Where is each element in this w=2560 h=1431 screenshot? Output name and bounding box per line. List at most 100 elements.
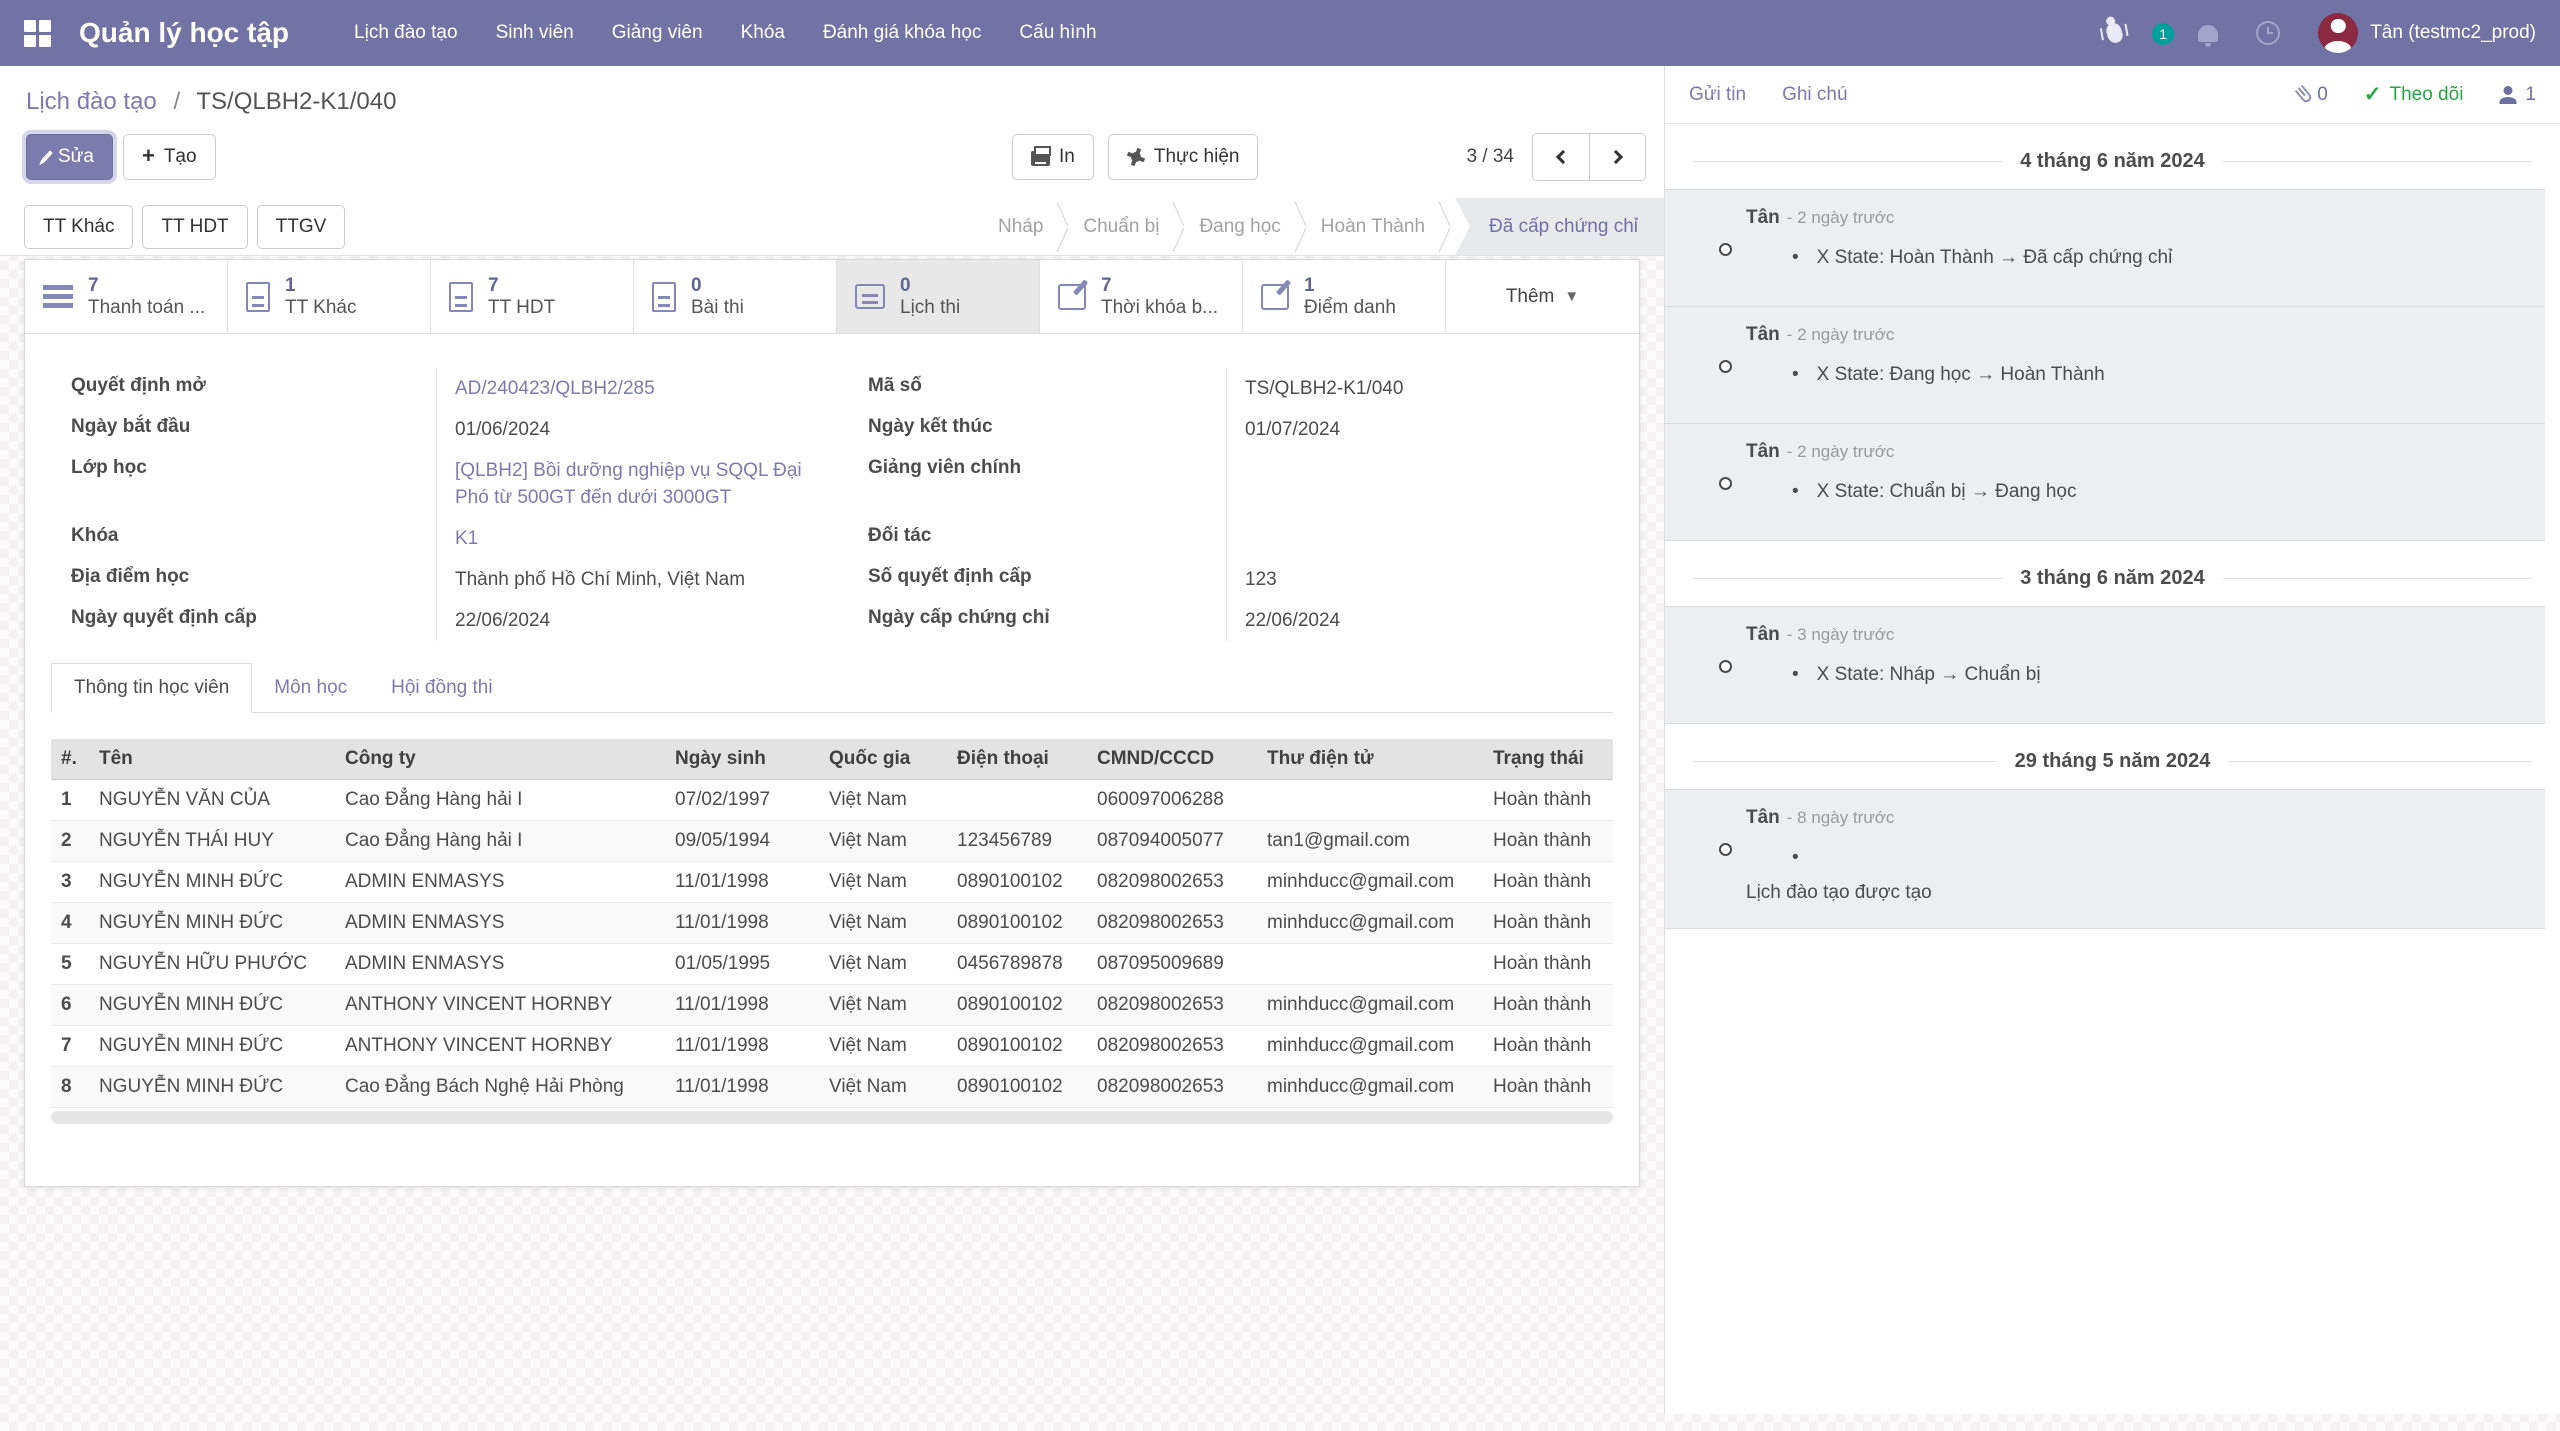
field-value: K1 bbox=[436, 518, 842, 559]
pager-previous-button[interactable] bbox=[1533, 134, 1589, 180]
stat-button[interactable]: 1 TT Khác bbox=[228, 260, 431, 333]
stat-count: 0 bbox=[691, 275, 744, 297]
col-header-country[interactable]: Quốc gia bbox=[819, 739, 947, 780]
message-avatar bbox=[1683, 324, 1730, 371]
stage-arrow-separator bbox=[1291, 198, 1311, 255]
field-value: 01/06/2024 bbox=[436, 409, 842, 450]
stage-item[interactable]: Hoàn Thành bbox=[1311, 198, 1435, 255]
chatter-panel: Gửi tin Ghi chú 0 ✓ Theo dõi 1 4 tháng 6… bbox=[1664, 66, 2560, 1414]
apps-menu-icon[interactable] bbox=[24, 20, 51, 47]
status-dot bbox=[1719, 843, 1732, 856]
nav-menu-item[interactable]: Đánh giá khóa học bbox=[804, 0, 1000, 66]
chatter-message: Tân- 2 ngày trước X State: Đang học → Ho… bbox=[1665, 307, 2545, 424]
statusbar-buttons: TT KhácTT HDTTTGV bbox=[24, 205, 354, 249]
statusbar-action-button[interactable]: TT HDT bbox=[142, 205, 247, 249]
table-row[interactable]: 4 NGUYỄN MINH ĐỨC ADMIN ENMASYS 11/01/19… bbox=[51, 903, 1613, 944]
statusbar-action-button[interactable]: TTGV bbox=[257, 205, 346, 249]
message-author[interactable]: Tân bbox=[1746, 624, 1780, 645]
more-dropdown-button[interactable]: Thêm ▼ bbox=[1446, 260, 1639, 333]
stat-button-icon bbox=[1261, 284, 1289, 310]
attachments-button[interactable]: 0 bbox=[2299, 84, 2328, 106]
form-fields-area: Quyết định mở AD/240423/QLBH2/285 Mã số … bbox=[25, 334, 1639, 647]
breadcrumb-current: TS/QLBH2-K1/040 bbox=[196, 88, 396, 115]
field-value-link[interactable]: AD/240423/QLBH2/285 bbox=[455, 378, 655, 399]
send-message-link[interactable]: Gửi tin bbox=[1689, 84, 1746, 106]
col-header-name[interactable]: Tên bbox=[89, 739, 335, 780]
chevron-left-icon bbox=[1556, 150, 1570, 164]
message-author[interactable]: Tân bbox=[1746, 441, 1780, 462]
statusbar-action-button[interactable]: TT Khác bbox=[24, 205, 133, 249]
print-button[interactable]: In bbox=[1012, 134, 1094, 180]
tab-student-info[interactable]: Thông tin học viên bbox=[51, 663, 252, 713]
message-author[interactable]: Tân bbox=[1746, 207, 1780, 228]
message-avatar bbox=[1683, 624, 1730, 671]
stat-button[interactable]: 1 Điểm danh bbox=[1243, 260, 1446, 333]
col-header-company[interactable]: Công ty bbox=[335, 739, 665, 780]
stat-count: 7 bbox=[1101, 275, 1218, 297]
col-header-status[interactable]: Trạng thái bbox=[1483, 739, 1613, 780]
table-row[interactable]: 3 NGUYỄN MINH ĐỨC ADMIN ENMASYS 11/01/19… bbox=[51, 862, 1613, 903]
user-avatar bbox=[2318, 13, 2358, 53]
col-header-idno[interactable]: CMND/CCCD bbox=[1087, 739, 1257, 780]
col-header-num[interactable]: #. bbox=[51, 739, 89, 780]
stage-arrow-separator bbox=[1169, 198, 1189, 255]
field-label: Ngày kết thúc bbox=[842, 409, 1226, 450]
stat-button[interactable]: 0 Lịch thi bbox=[837, 260, 1040, 333]
field-label: Ngày cấp chứng chỉ bbox=[842, 600, 1226, 641]
followers-button[interactable]: 1 bbox=[2499, 84, 2536, 106]
nav-menu-item[interactable]: Cấu hình bbox=[1000, 0, 1115, 66]
stage-item[interactable]: Đang học bbox=[1189, 198, 1290, 255]
nav-menu-item[interactable]: Sinh viên bbox=[477, 0, 593, 66]
table-row[interactable]: 8 NGUYỄN MINH ĐỨC Cao Đẳng Bách Nghệ Hải… bbox=[51, 1067, 1613, 1108]
stat-button[interactable]: 7 TT HDT bbox=[431, 260, 634, 333]
stat-button[interactable]: 7 Thanh toán ... bbox=[25, 260, 228, 333]
breadcrumb-parent-link[interactable]: Lịch đào tạo bbox=[26, 88, 157, 115]
tab-item[interactable]: Hội đồng thi bbox=[369, 664, 514, 712]
field-value: 01/07/2024 bbox=[1226, 409, 1613, 450]
stage-item[interactable]: Nháp bbox=[988, 198, 1053, 255]
message-avatar bbox=[1683, 441, 1730, 488]
action-button[interactable]: Thực hiện bbox=[1108, 134, 1259, 180]
app-title: Quản lý học tập bbox=[79, 17, 289, 49]
bell-icon[interactable] bbox=[2198, 25, 2218, 42]
message-author[interactable]: Tân bbox=[1746, 807, 1780, 828]
table-row[interactable]: 2 NGUYỄN THÁI HUY Cao Đẳng Hàng hải I 09… bbox=[51, 821, 1613, 862]
edit-button[interactable]: Sửa bbox=[26, 134, 113, 180]
message-group: Tân- 2 ngày trước X State: Hoàn Thành → … bbox=[1665, 189, 2560, 541]
nav-menu-item[interactable]: Khóa bbox=[722, 0, 804, 66]
nav-menu-item[interactable]: Giảng viên bbox=[593, 0, 722, 66]
user-menu[interactable]: Tân (testmc2_prod) bbox=[2318, 13, 2536, 53]
table-row[interactable]: 7 NGUYỄN MINH ĐỨC ANTHONY VINCENT HORNBY… bbox=[51, 1026, 1613, 1067]
create-button[interactable]: + Tạo bbox=[123, 134, 216, 180]
field-value-link[interactable]: [QLBH2] Bồi dưỡng nghiệp vụ SQQL Đại Phó… bbox=[455, 460, 802, 508]
chatter-message: Tân- 2 ngày trước X State: Chuẩn bị → Đa… bbox=[1665, 424, 2545, 541]
date-separator: 29 tháng 5 năm 2024 bbox=[1693, 750, 2532, 773]
stat-button[interactable]: 7 Thời khóa b... bbox=[1040, 260, 1243, 333]
activity-clock-icon[interactable] bbox=[2256, 21, 2280, 45]
stat-button-icon bbox=[246, 282, 270, 312]
check-icon: ✓ bbox=[2364, 82, 2382, 107]
field-label: Lớp học bbox=[51, 450, 436, 518]
tab-item[interactable]: Môn học bbox=[252, 664, 369, 712]
status-dot bbox=[1719, 243, 1732, 256]
debug-bug-icon[interactable] bbox=[2104, 21, 2124, 45]
field-value-link[interactable]: K1 bbox=[455, 528, 478, 549]
pager-next-button[interactable] bbox=[1589, 134, 1645, 180]
stat-label: TT Khác bbox=[285, 297, 356, 319]
stat-button[interactable]: 0 Bài thi bbox=[634, 260, 837, 333]
log-note-link[interactable]: Ghi chú bbox=[1782, 84, 1847, 106]
field-value bbox=[1226, 518, 1613, 559]
table-row[interactable]: 5 NGUYỄN HỮU PHƯỚC ADMIN ENMASYS 01/05/1… bbox=[51, 944, 1613, 985]
table-row[interactable]: 6 NGUYỄN MINH ĐỨC ANTHONY VINCENT HORNBY… bbox=[51, 985, 1613, 1026]
message-author[interactable]: Tân bbox=[1746, 324, 1780, 345]
follow-button[interactable]: ✓ Theo dõi bbox=[2364, 82, 2464, 107]
col-header-dob[interactable]: Ngày sinh bbox=[665, 739, 819, 780]
col-header-phone[interactable]: Điện thoại bbox=[947, 739, 1087, 780]
col-header-email[interactable]: Thư điện tử bbox=[1257, 739, 1483, 780]
table-row[interactable]: 1 NGUYỄN VĂN CỦA Cao Đẳng Hàng hải I 07/… bbox=[51, 780, 1613, 821]
tracking-change-text bbox=[1792, 847, 2523, 869]
stage-item[interactable]: Chuẩn bị bbox=[1073, 198, 1169, 255]
message-group: Tân- 8 ngày trước Lịch đào tạo được tạo bbox=[1665, 789, 2560, 929]
table-horizontal-scrollbar[interactable] bbox=[51, 1111, 1613, 1124]
nav-menu-item[interactable]: Lịch đào tạo bbox=[335, 0, 477, 66]
